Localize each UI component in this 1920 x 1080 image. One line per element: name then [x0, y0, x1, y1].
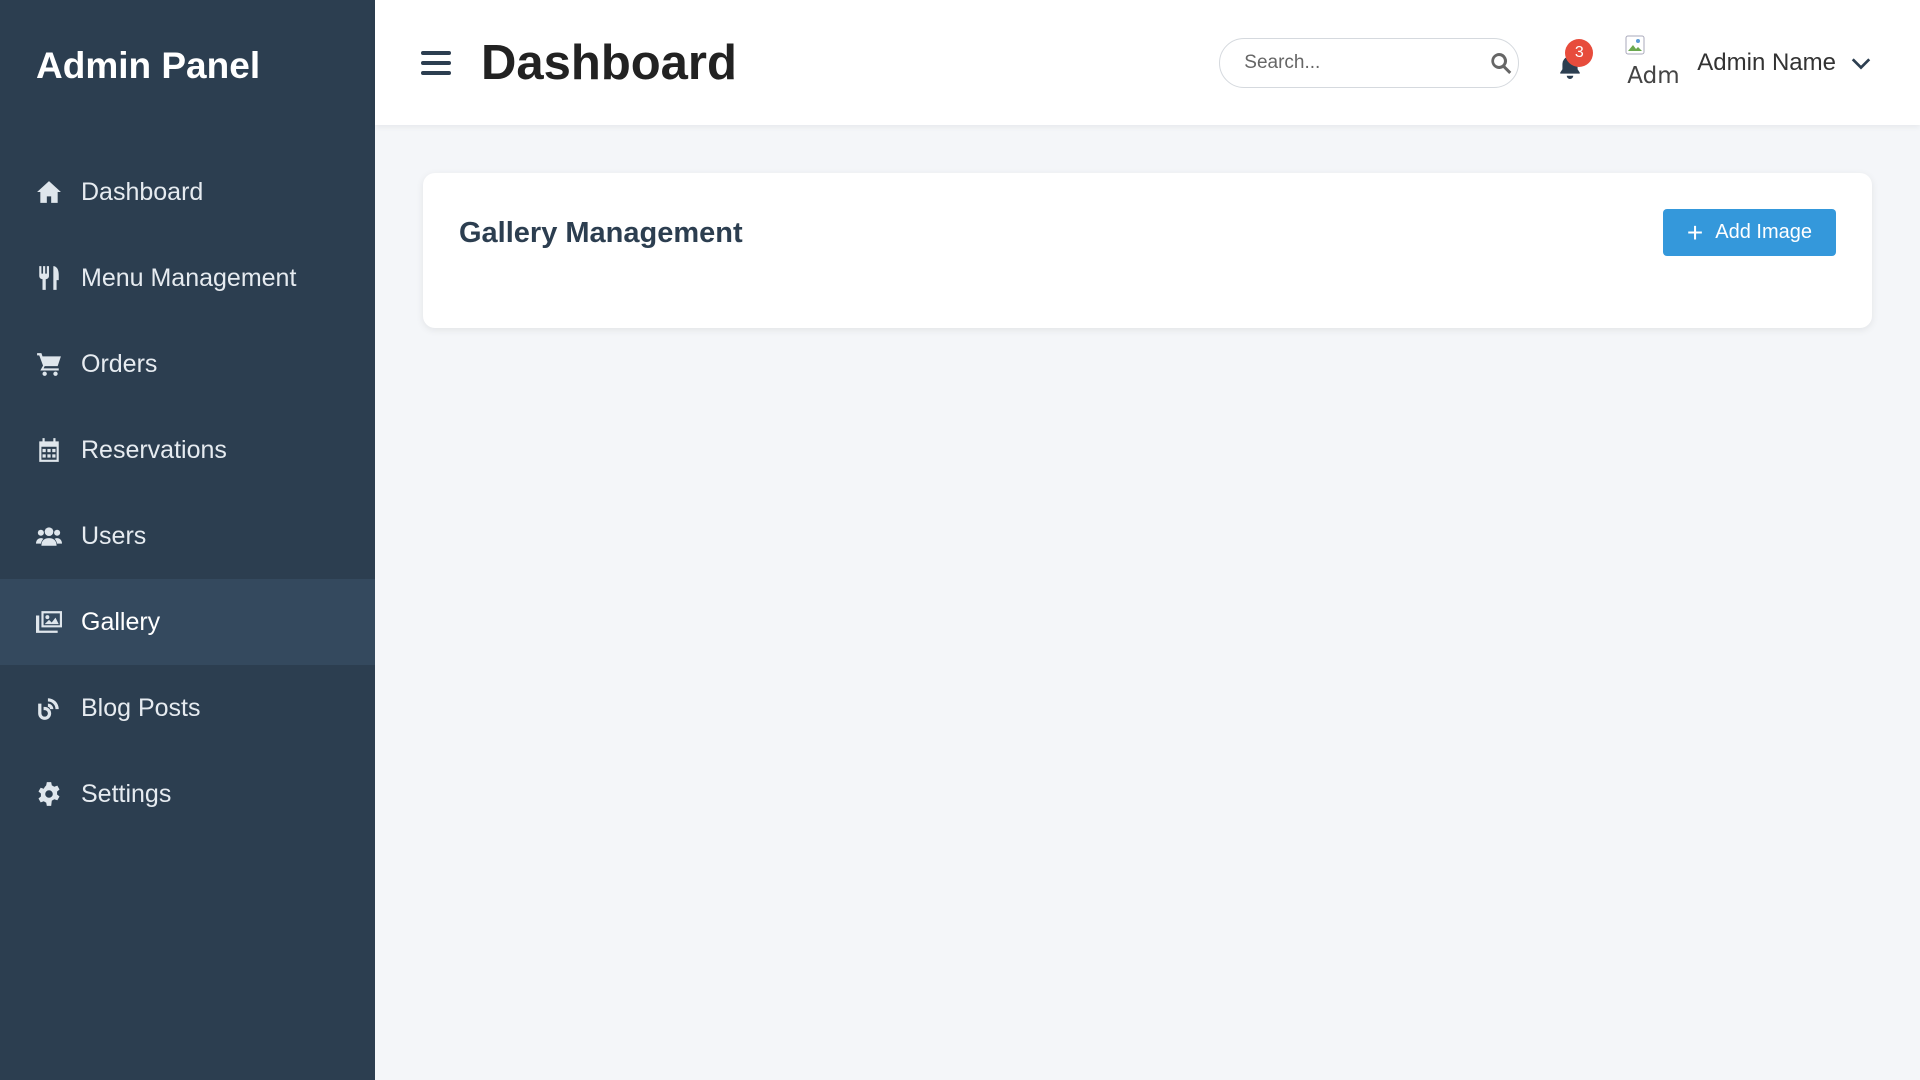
app-root: Admin Panel Dashboard Menu Management Or… [0, 0, 1920, 1080]
brand-title: Admin Panel [36, 45, 261, 86]
main-area: Dashboard 3 Admin [375, 0, 1920, 1080]
sidebar-item-label: Gallery [81, 607, 161, 636]
sidebar-item-users[interactable]: Users [0, 493, 375, 579]
sidebar-item-label: Orders [81, 349, 158, 378]
sidebar-item-label: Settings [81, 779, 172, 808]
home-icon [36, 179, 62, 205]
cart-icon [36, 351, 62, 377]
hamburger-menu-icon[interactable] [421, 48, 451, 78]
sidebar-item-menu-management[interactable]: Menu Management [0, 235, 375, 321]
user-name: Admin Name [1697, 48, 1836, 76]
top-bar: Dashboard 3 Admin [375, 0, 1920, 125]
sidebar-item-label: Reservations [81, 435, 227, 464]
sidebar-item-orders[interactable]: Orders [0, 321, 375, 407]
utensils-icon [36, 265, 62, 291]
sidebar-item-gallery[interactable]: Gallery [0, 579, 375, 665]
sidebar-nav: Dashboard Menu Management Orders Reserva… [0, 149, 375, 837]
card-title: Gallery Management [459, 217, 743, 249]
images-icon [36, 609, 62, 635]
sidebar-item-settings[interactable]: Settings [0, 751, 375, 837]
sidebar-item-label: Blog Posts [81, 693, 201, 722]
blog-icon [36, 695, 62, 721]
sidebar-item-label: Dashboard [81, 177, 204, 206]
calendar-icon [36, 437, 62, 463]
broken-image-icon [1625, 35, 1645, 54]
user-menu[interactable]: Admin Admin Name [1625, 35, 1872, 91]
users-icon [36, 523, 62, 549]
notification-badge: 3 [1565, 38, 1594, 67]
sidebar-item-label: Users [81, 521, 147, 550]
plus-icon: + [1686, 216, 1704, 248]
sidebar: Admin Panel Dashboard Menu Management Or… [0, 0, 375, 1080]
add-image-label: Add Image [1715, 221, 1812, 243]
page-title: Dashboard [481, 35, 737, 90]
sidebar-item-reservations[interactable]: Reservations [0, 407, 375, 493]
sidebar-item-blog-posts[interactable]: Blog Posts [0, 665, 375, 751]
content-area: Gallery Management + Add Image [375, 125, 1920, 376]
gear-icon [36, 781, 62, 807]
search-icon[interactable] [1489, 51, 1513, 75]
avatar: Admin [1625, 35, 1681, 91]
search-input[interactable] [1244, 51, 1490, 74]
chevron-down-icon[interactable] [1850, 52, 1872, 74]
sidebar-item-dashboard[interactable]: Dashboard [0, 149, 375, 235]
sidebar-item-label: Menu Management [81, 263, 297, 292]
avatar-alt-text: Admin [1627, 62, 1681, 89]
gallery-card: Gallery Management + Add Image [423, 173, 1872, 328]
search-box [1219, 37, 1520, 88]
add-image-button[interactable]: + Add Image [1662, 209, 1836, 256]
notifications-button[interactable]: 3 [1555, 38, 1594, 83]
